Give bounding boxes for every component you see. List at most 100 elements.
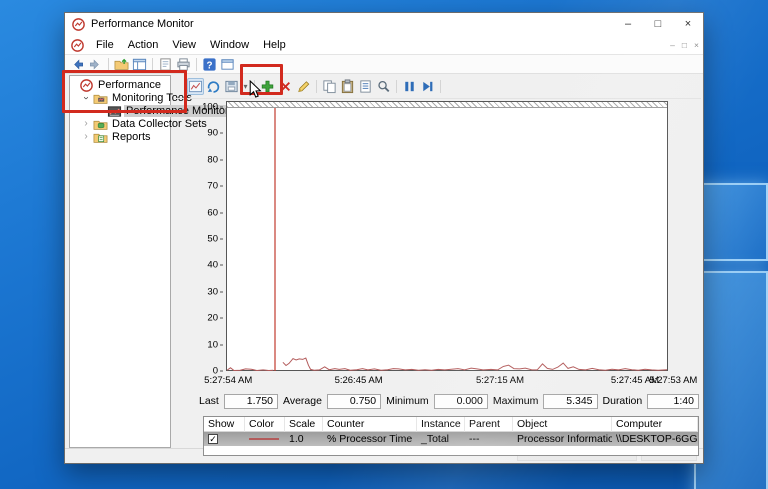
y-tick-label: 40 bbox=[207, 259, 218, 271]
y-tick-label: 100 bbox=[202, 101, 218, 113]
menu-window[interactable]: Window bbox=[203, 37, 256, 53]
view-current-icon[interactable] bbox=[187, 78, 204, 95]
series-line bbox=[227, 367, 274, 371]
computer-cell: \\DESKTOP-6GGMU... bbox=[616, 433, 698, 445]
y-axis-tick: 10 bbox=[207, 339, 223, 350]
y-tick-label: 60 bbox=[207, 207, 218, 219]
stat-label-last: Last bbox=[199, 395, 219, 407]
menu-bar: File Action View Window Help – □ × bbox=[65, 35, 703, 55]
menu-file[interactable]: File bbox=[89, 37, 121, 53]
chevron-collapsed-icon[interactable]: › bbox=[79, 131, 93, 142]
mdi-close-button[interactable]: × bbox=[694, 40, 699, 50]
toolbar-separator bbox=[196, 57, 197, 71]
window-title: Performance Monitor bbox=[91, 18, 194, 30]
console-workspace: Performance › Monitoring Tools Performance … bbox=[65, 74, 703, 456]
copy-icon[interactable] bbox=[321, 78, 338, 95]
pause-icon[interactable] bbox=[401, 78, 418, 95]
stat-field-average: 0.750 bbox=[326, 393, 382, 409]
mdi-restore-button[interactable]: □ bbox=[682, 40, 687, 50]
stat-value: 0.000 bbox=[456, 395, 483, 407]
performance-monitor-view: ▾ 100 90 80 70 60 50 40 30 20 10 0 5:27:54 AM 5:26:… bbox=[175, 75, 701, 456]
menu-action[interactable]: Action bbox=[121, 37, 166, 53]
y-axis-tick: 50 bbox=[207, 234, 223, 245]
paste-icon[interactable] bbox=[339, 78, 356, 95]
stat-value: 1:40 bbox=[673, 395, 694, 407]
mdi-minimize-button[interactable]: – bbox=[670, 40, 675, 50]
console-tree-panel[interactable]: Performance › Monitoring Tools Performance … bbox=[69, 75, 231, 448]
counter-cell: % Processor Time bbox=[327, 433, 413, 445]
chevron-collapsed-icon[interactable]: › bbox=[79, 117, 93, 129]
y-tick-label: 10 bbox=[207, 339, 218, 351]
new-window-icon[interactable] bbox=[219, 56, 236, 73]
y-tick-label: 20 bbox=[207, 312, 218, 324]
column-header-computer[interactable]: Computer bbox=[612, 417, 698, 432]
y-tick-label: 50 bbox=[207, 233, 218, 245]
column-header-parent[interactable]: Parent bbox=[465, 417, 513, 432]
color-cell bbox=[245, 432, 285, 446]
view-log-icon[interactable] bbox=[205, 78, 222, 95]
y-axis-labels: 100 90 80 70 60 50 40 30 20 10 0 bbox=[175, 102, 223, 377]
stat-field-last: 1.750 bbox=[223, 393, 279, 409]
annotation-box-tree bbox=[62, 70, 187, 113]
chart-region: 100 90 80 70 60 50 40 30 20 10 0 5:27:54 AM 5:26:45… bbox=[175, 99, 701, 389]
chart-plot[interactable] bbox=[226, 101, 668, 371]
column-header-instance[interactable]: Instance bbox=[417, 417, 465, 432]
graph-type-icon[interactable] bbox=[223, 78, 240, 95]
object-cell: Processor Information bbox=[517, 433, 612, 445]
step-icon[interactable] bbox=[419, 78, 436, 95]
minimize-button[interactable]: – bbox=[613, 13, 643, 35]
folder-db-icon bbox=[93, 117, 108, 131]
stat-value: 0.750 bbox=[349, 395, 377, 407]
title-bar[interactable]: Performance Monitor – □ × bbox=[65, 13, 703, 35]
tree-item-data-collector-sets[interactable]: › Data Collector Sets bbox=[70, 117, 206, 131]
stat-field-maximum: 5.345 bbox=[543, 393, 598, 409]
y-axis-tick: 70 bbox=[207, 181, 223, 192]
toolbar-separator bbox=[396, 80, 397, 93]
menu-view[interactable]: View bbox=[165, 37, 203, 53]
y-axis-tick: 40 bbox=[207, 260, 223, 271]
stat-field-duration: 1:40 bbox=[647, 393, 699, 409]
menu-help[interactable]: Help bbox=[256, 37, 293, 53]
series-line bbox=[282, 357, 667, 371]
y-axis-tick: 20 bbox=[207, 313, 223, 324]
y-tick-label: 80 bbox=[207, 154, 218, 166]
stat-value: 1.750 bbox=[246, 395, 274, 407]
perfmon-app-icon bbox=[71, 17, 86, 32]
column-header-counter[interactable]: Counter bbox=[323, 417, 417, 432]
wallpaper-pane-top bbox=[694, 183, 768, 261]
y-axis-tick: 80 bbox=[207, 154, 223, 165]
tree-item-reports[interactable]: › Reports bbox=[70, 130, 170, 143]
stat-label-duration: Duration bbox=[602, 395, 643, 407]
help-icon[interactable]: ? bbox=[201, 56, 218, 73]
scale-cell: 1.0 bbox=[289, 433, 304, 445]
y-axis-tick: 90 bbox=[207, 128, 223, 139]
close-button[interactable]: × bbox=[673, 13, 703, 35]
column-header-scale[interactable]: Scale bbox=[285, 417, 323, 432]
maximize-button[interactable]: □ bbox=[643, 13, 673, 35]
wallpaper-window-logo bbox=[694, 183, 768, 489]
column-header-color[interactable]: Color bbox=[245, 417, 285, 432]
legend-counter-row[interactable]: ✓ 1.0 % Processor Time _Total --- Processor I… bbox=[204, 432, 698, 446]
column-header-object[interactable]: Object bbox=[513, 417, 612, 432]
mouse-cursor bbox=[249, 79, 262, 102]
perfmon-app-icon-small[interactable] bbox=[70, 38, 84, 52]
zoom-icon[interactable] bbox=[375, 78, 392, 95]
legend-header-row: Show Color Scale Counter Instance Parent Objec… bbox=[204, 417, 698, 432]
toolbar-separator bbox=[152, 57, 153, 71]
stat-value: 5.345 bbox=[566, 395, 593, 407]
tick-mark bbox=[220, 344, 223, 346]
x-axis-tick-label: 5:26:45 AM bbox=[334, 375, 383, 386]
menu-items: File Action View Window Help bbox=[89, 37, 293, 53]
tree-item-label: Reports bbox=[112, 130, 151, 143]
chevron-glyph: › bbox=[84, 117, 88, 129]
x-axis-labels: 5:27:54 AM 5:26:45 AM 5:27:15 AM 5:27:45 AM… bbox=[204, 375, 697, 388]
x-axis-tick-label: 5:27:53 AM bbox=[649, 375, 698, 386]
instance-cell: _Total bbox=[421, 433, 450, 445]
y-axis-tick: 100 bbox=[202, 102, 223, 113]
column-header-show[interactable]: Show bbox=[204, 417, 245, 432]
highlight-icon[interactable] bbox=[295, 78, 312, 95]
properties-icon[interactable] bbox=[357, 78, 374, 95]
stat-field-minimum: 0.000 bbox=[433, 393, 488, 409]
counter-color-swatch bbox=[249, 438, 279, 440]
checkbox-checked-icon[interactable]: ✓ bbox=[208, 434, 218, 444]
